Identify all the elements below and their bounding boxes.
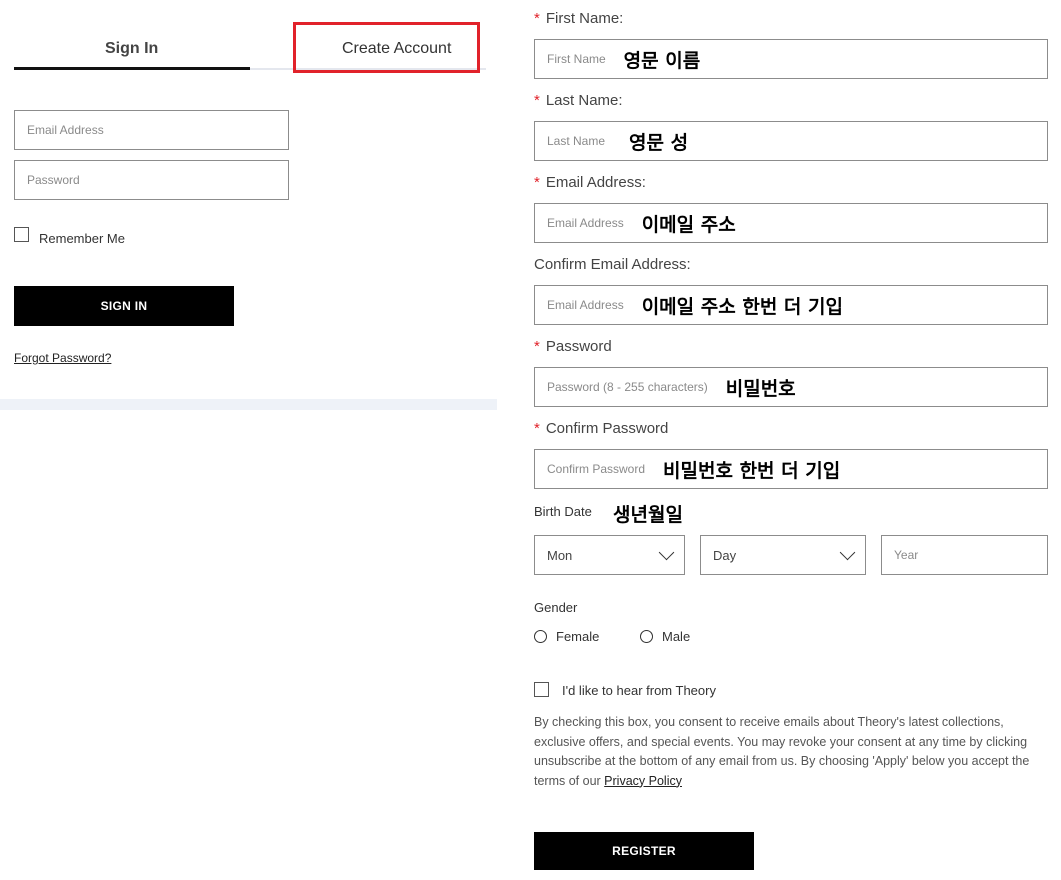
gender-male-radio[interactable]: [640, 630, 653, 643]
first-name-annotation: 영문 이름: [623, 49, 701, 72]
tab-sign-in[interactable]: Sign In: [105, 40, 158, 58]
email-input[interactable]: Email Address 이메일 주소: [534, 203, 1048, 243]
highlight-annotation-box: [293, 22, 480, 73]
email-annotation: 이메일 주소: [641, 213, 736, 236]
birth-year-input[interactable]: Year: [881, 535, 1048, 575]
first-name-input[interactable]: First Name 영문 이름: [534, 39, 1048, 79]
gender-female-label: Female: [556, 629, 600, 644]
email-optin-checkbox[interactable]: [534, 682, 549, 697]
register-button[interactable]: REGISTER: [534, 832, 754, 870]
last-name-input[interactable]: Last Name 영문 성: [534, 121, 1048, 161]
sign-in-button[interactable]: SIGN IN: [14, 286, 234, 326]
birth-month-select[interactable]: Mon: [534, 535, 685, 575]
chevron-down-icon: [658, 544, 675, 561]
confirm-password-placeholder: Confirm Password: [547, 462, 646, 476]
active-tab-underline: [14, 67, 250, 70]
remember-me-checkbox[interactable]: [14, 227, 29, 242]
panel-divider: [0, 399, 497, 410]
email-label: * Email Address:: [534, 174, 646, 191]
confirm-email-placeholder: Email Address: [547, 298, 624, 312]
login-email-input[interactable]: [14, 110, 289, 150]
birth-day-select[interactable]: Day: [700, 535, 866, 575]
password-input[interactable]: Password (8 - 255 characters) 비밀번호: [534, 367, 1048, 407]
birth-year-placeholder: Year: [894, 548, 919, 562]
birth-date-label: Birth Date: [534, 504, 592, 519]
first-name-placeholder: First Name: [547, 52, 606, 66]
last-name-placeholder: Last Name: [547, 134, 606, 148]
password-annotation: 비밀번호: [725, 377, 796, 400]
privacy-policy-link[interactable]: Privacy Policy: [604, 774, 682, 788]
last-name-label: * Last Name:: [534, 92, 623, 109]
birth-month-value: Mon: [547, 547, 573, 563]
birth-date-annotation: 생년월일: [613, 504, 683, 526]
consent-text: By checking this box, you consent to rec…: [534, 715, 1030, 788]
confirm-email-input[interactable]: Email Address 이메일 주소 한번 더 기입: [534, 285, 1048, 325]
password-placeholder: Password (8 - 255 characters): [547, 380, 708, 394]
last-name-annotation: 영문 성: [629, 131, 689, 154]
confirm-email-annotation: 이메일 주소 한번 더 기입: [641, 295, 843, 318]
gender-male-label: Male: [662, 629, 691, 644]
gender-female-radio[interactable]: [534, 630, 547, 643]
email-placeholder: Email Address: [547, 216, 624, 230]
chevron-down-icon: [839, 544, 856, 561]
email-optin-label: I'd like to hear from Theory: [562, 683, 716, 698]
password-label: * Password: [534, 338, 612, 355]
forgot-password-link[interactable]: Forgot Password?: [14, 351, 111, 365]
confirm-password-annotation: 비밀번호 한번 더 기입: [663, 459, 841, 482]
first-name-label: * First Name:: [534, 10, 624, 27]
remember-me-label: Remember Me: [39, 231, 125, 246]
birth-day-value: Day: [713, 547, 737, 563]
confirm-password-input[interactable]: Confirm Password 비밀번호 한번 더 기입: [534, 449, 1048, 489]
gender-label: Gender: [534, 600, 578, 615]
confirm-email-label: Confirm Email Address:: [534, 256, 691, 273]
confirm-password-label: * Confirm Password: [534, 420, 669, 437]
login-password-input[interactable]: [14, 160, 289, 200]
